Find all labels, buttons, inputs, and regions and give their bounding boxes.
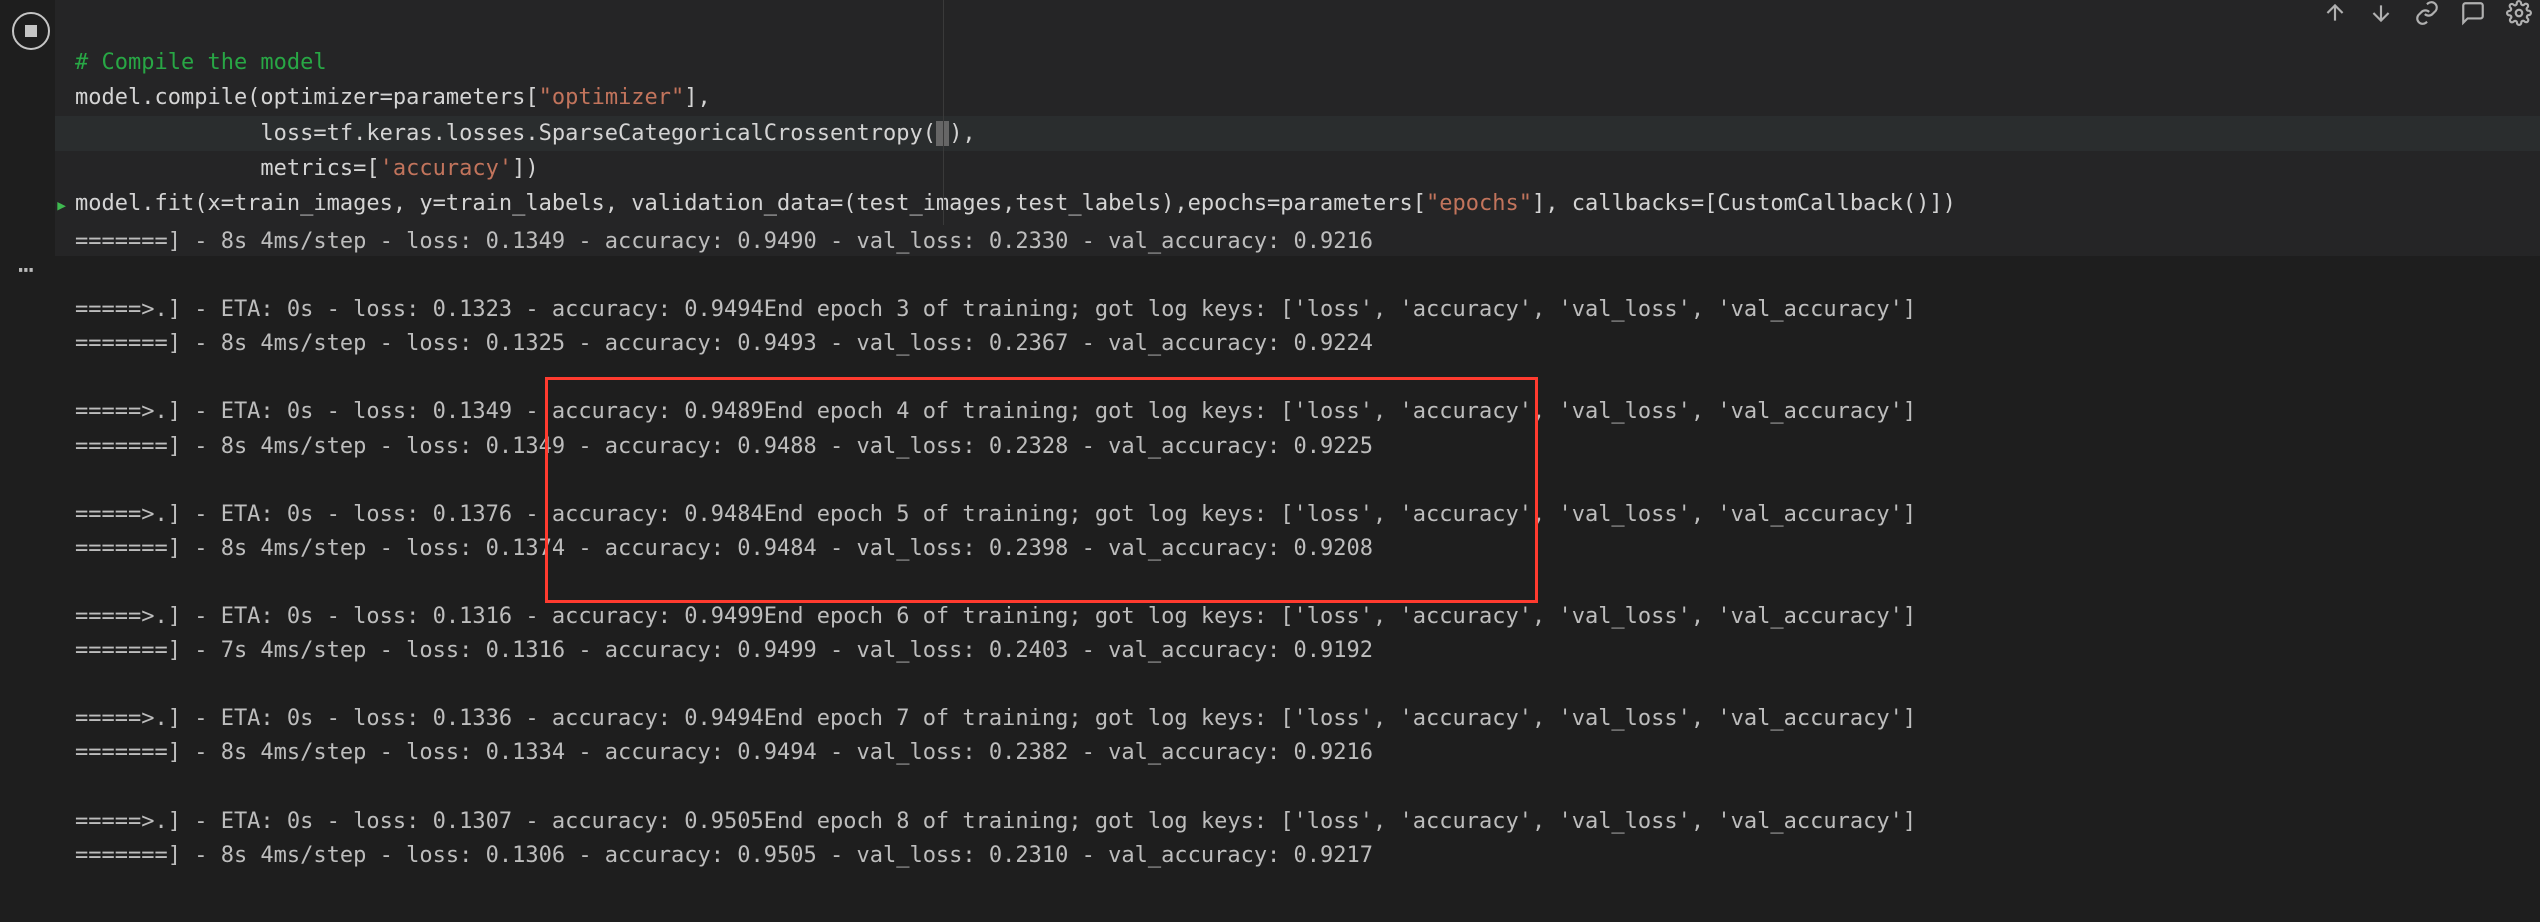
text-cursor: | [936, 121, 949, 146]
interrupt-kernel-button[interactable] [12, 12, 50, 50]
code-line-3: loss=tf.keras.losses.SparseCategoricalCr… [55, 116, 2540, 151]
code-line-5: model.fit(x=train_images, y=train_labels… [75, 191, 1956, 216]
code-cell[interactable]: ▸ # Compile the model model.compile(optim… [55, 0, 2540, 256]
comment-icon[interactable] [2460, 0, 2486, 26]
link-icon[interactable] [2414, 0, 2440, 26]
code-comment: # Compile the model [75, 50, 327, 75]
code-line-4: metrics=['accuracy']) [75, 156, 539, 181]
cell-output: =======] - 8s 4ms/step - loss: 0.1349 - … [55, 225, 2540, 873]
stop-icon [25, 25, 37, 37]
execution-indicator-icon: ▸ [55, 188, 68, 223]
cell-toolbar [2322, 0, 2532, 26]
more-actions-icon[interactable]: ⋯ [18, 255, 36, 285]
cell-gutter: ⋯ [0, 0, 55, 922]
arrow-down-icon[interactable] [2368, 0, 2394, 26]
arrow-up-icon[interactable] [2322, 0, 2348, 26]
code-line-2: model.compile(optimizer=parameters["opti… [75, 85, 711, 110]
settings-icon[interactable] [2506, 0, 2532, 26]
